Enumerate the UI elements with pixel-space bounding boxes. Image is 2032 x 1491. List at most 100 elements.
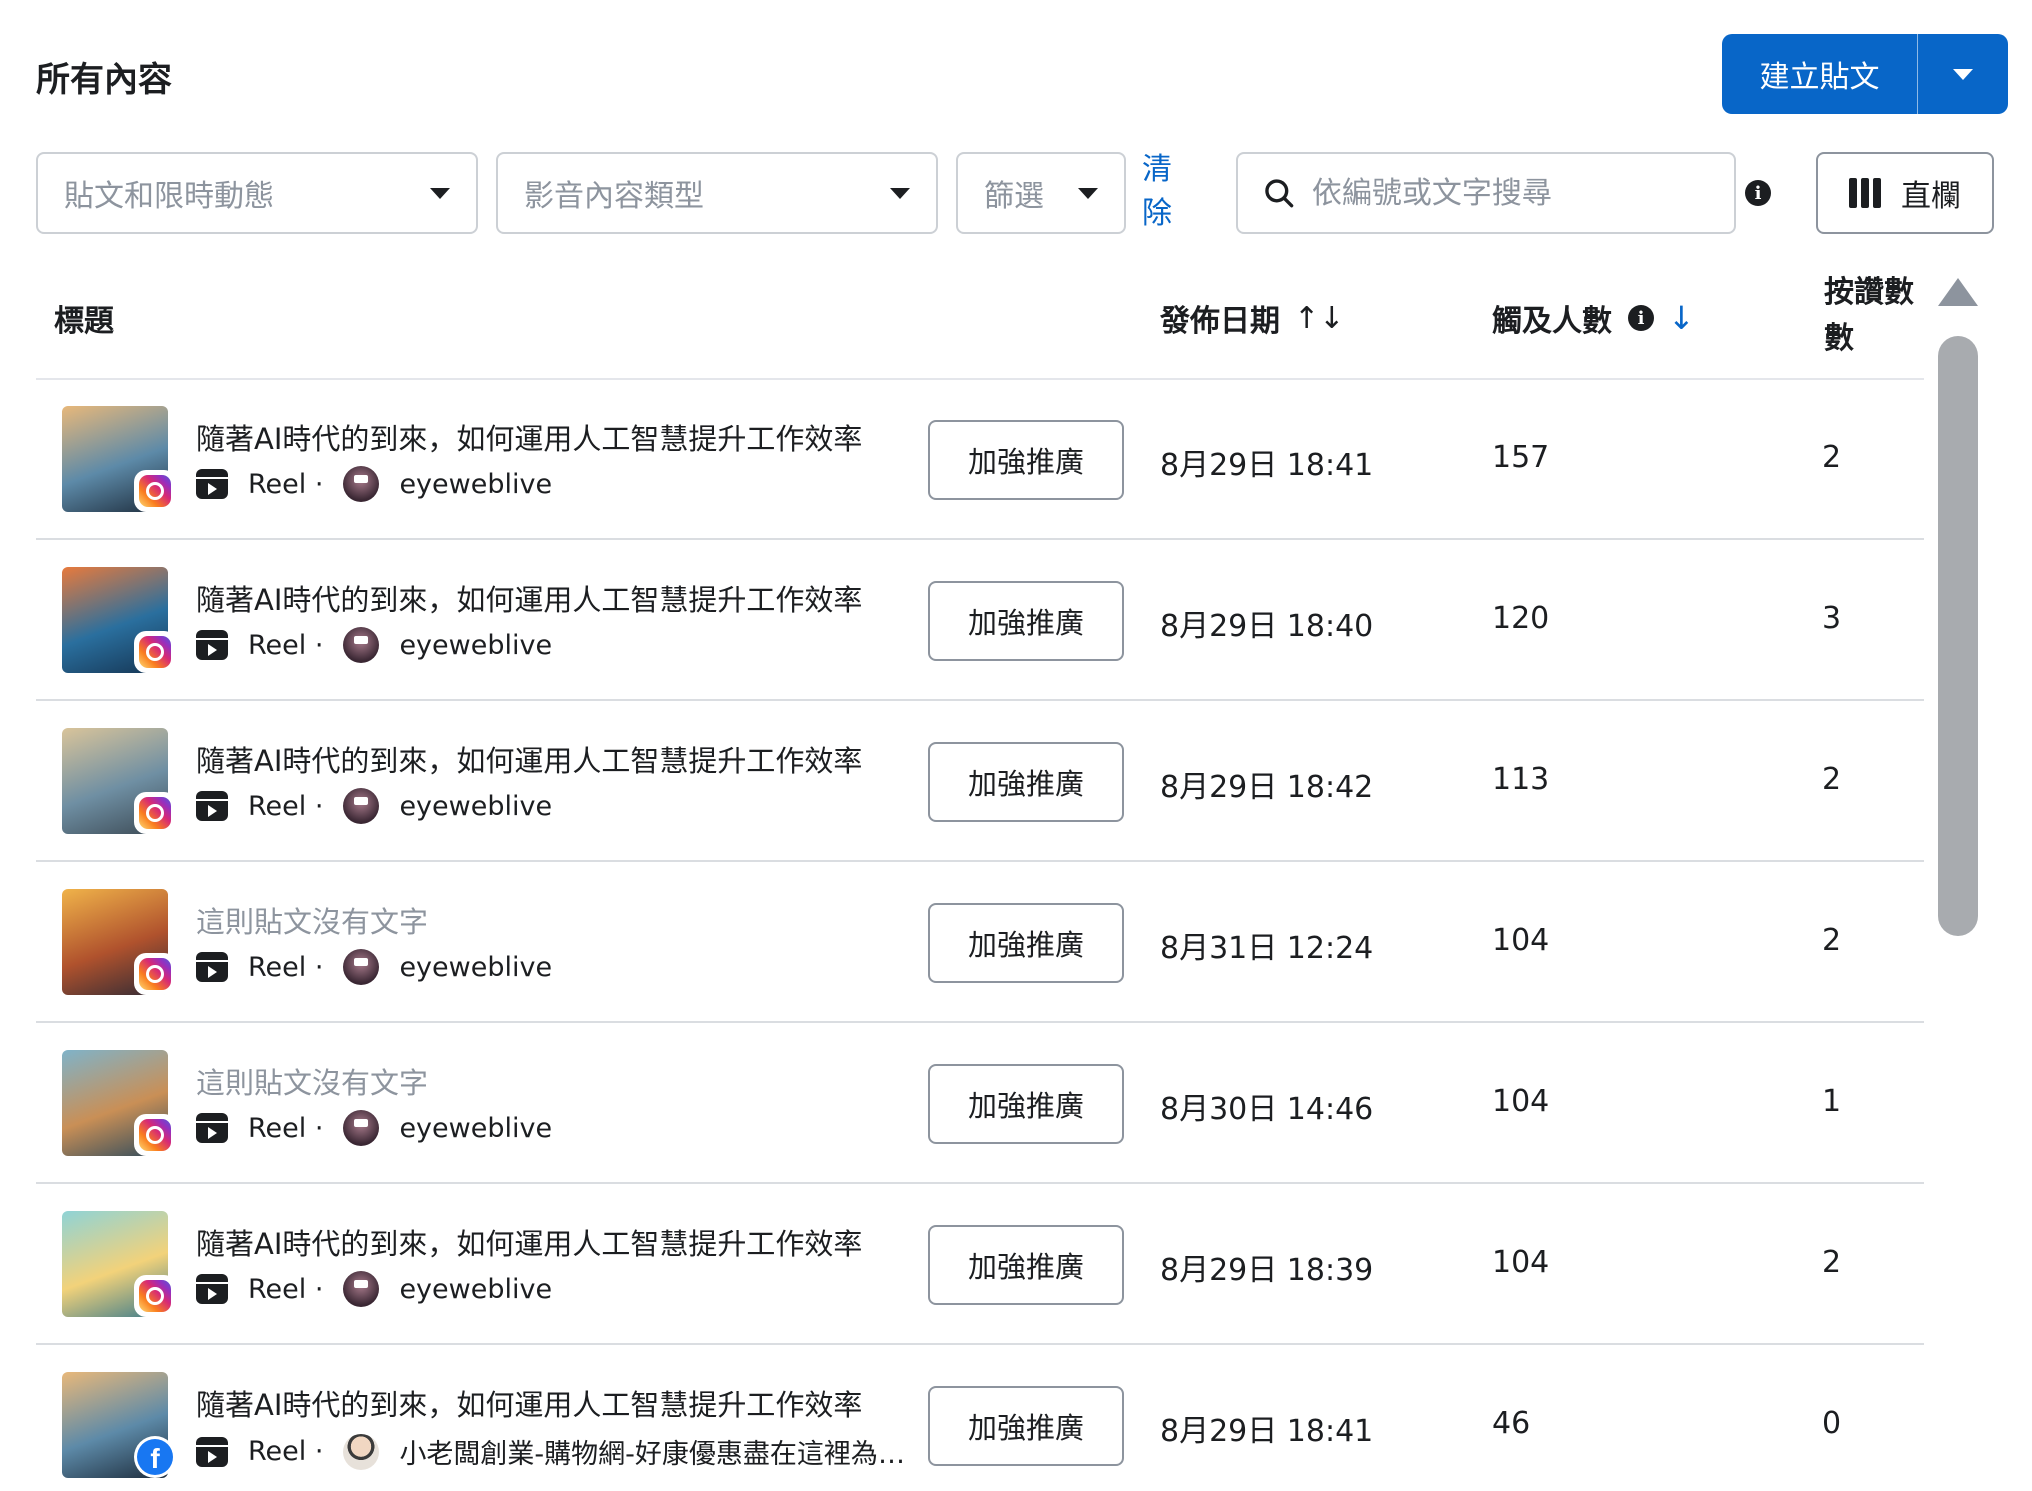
chevron-down-icon — [890, 187, 910, 199]
post-meta: Reel · eyeweblive — [196, 1110, 552, 1146]
post-title[interactable]: 隨著AI時代的到來，如何運用人工智慧提升工作效率 — [196, 416, 908, 458]
table-row[interactable]: f 隨著AI時代的到來，如何運用人工智慧提升工作效率 Reel · 小老闆創業-購物網… — [36, 1346, 1924, 1491]
publish-date: 8月30日 14:46 — [1160, 1092, 1374, 1127]
instagram-icon — [134, 631, 176, 673]
column-header-date-label: 發佈日期 — [1160, 304, 1280, 339]
boost-post-button[interactable]: 加強推廣 — [928, 742, 1124, 822]
column-header-reach-label: 觸及人數 — [1492, 304, 1612, 339]
sort-icon[interactable]: ↑↓ — [1294, 301, 1344, 336]
reel-icon — [196, 1113, 228, 1143]
post-type-dropdown[interactable]: 貼文和限時動態 — [36, 152, 478, 234]
column-header-title-label: 標題 — [54, 304, 114, 339]
columns-label: 直欄 — [1901, 179, 1961, 214]
media-type-label: 影音內容類型 — [524, 179, 704, 214]
likes-count: 0 — [1822, 1406, 1842, 1441]
post-title[interactable]: 這則貼文沒有文字 — [196, 899, 908, 941]
media-type-dropdown[interactable]: 影音內容類型 — [496, 152, 938, 234]
create-post-dropdown[interactable] — [1918, 34, 2008, 114]
account-name: eyeweblive — [399, 1273, 553, 1305]
filter-label: 篩選 — [984, 179, 1044, 214]
account-name: eyeweblive — [399, 468, 553, 500]
post-meta: Reel · 小老闆創業-購物網-好康優惠盡在這裡為你服務 — [196, 1432, 925, 1471]
post-meta: Reel · eyeweblive — [196, 627, 552, 663]
post-meta: Reel · eyeweblive — [196, 949, 552, 985]
boost-post-button[interactable]: 加強推廣 — [928, 1064, 1124, 1144]
likes-count: 3 — [1822, 601, 1842, 636]
reel-icon — [196, 630, 228, 660]
account-name: eyeweblive — [399, 1112, 553, 1144]
post-meta: Reel · eyeweblive — [196, 788, 552, 824]
search-input[interactable] — [1311, 175, 1710, 211]
table-row[interactable]: 隨著AI時代的到來，如何運用人工智慧提升工作效率 Reel · eyeweblive… — [36, 1185, 1924, 1345]
instagram-icon — [134, 1275, 176, 1317]
publish-date: 8月31日 12:24 — [1160, 931, 1374, 966]
post-title[interactable]: 隨著AI時代的到來，如何運用人工智慧提升工作效率 — [196, 577, 908, 619]
reel-icon — [196, 1274, 228, 1304]
reach-count: 157 — [1492, 440, 1550, 475]
account-name: eyeweblive — [399, 629, 553, 661]
post-meta: Reel · eyeweblive — [196, 1271, 552, 1307]
avatar — [343, 949, 380, 985]
reel-icon — [196, 1436, 228, 1467]
boost-post-button[interactable]: 加強推廣 — [928, 903, 1124, 983]
filter-dropdown[interactable]: 篩選 — [956, 152, 1126, 234]
account-name: eyeweblive — [399, 790, 553, 822]
table-row[interactable]: 隨著AI時代的到來，如何運用人工智慧提升工作效率 Reel · eyeweblive… — [36, 702, 1924, 862]
likes-count: 2 — [1822, 923, 1842, 958]
avatar — [343, 627, 380, 663]
column-header-likes-label: 按讚數 數 — [1824, 275, 1914, 356]
boost-post-button[interactable]: 加強推廣 — [928, 1225, 1124, 1305]
reach-count: 104 — [1492, 1245, 1550, 1280]
publish-date: 8月29日 18:41 — [1160, 448, 1374, 483]
table-row[interactable]: 這則貼文沒有文字 Reel · eyeweblive 加強推廣 8月30日 14:46 1… — [36, 1024, 1924, 1184]
create-post-group: 建立貼文 — [1722, 34, 2008, 114]
column-header-reach[interactable]: 觸及人數 i ↓ — [1492, 296, 1695, 340]
search-box — [1236, 152, 1736, 234]
reel-icon — [196, 952, 228, 982]
account-name: 小老闆創業-購物網-好康優惠盡在這裡為你服務 — [399, 1439, 926, 1470]
column-header-likes[interactable]: 按讚數 數 — [1824, 270, 1932, 362]
table-row[interactable]: 隨著AI時代的到來，如何運用人工智慧提升工作效率 Reel · eyeweblive… — [36, 380, 1924, 540]
column-header-title: 標題 — [54, 296, 114, 340]
table-row[interactable]: 隨著AI時代的到來，如何運用人工智慧提升工作效率 Reel · eyeweblive… — [36, 541, 1924, 701]
post-title[interactable]: 這則貼文沒有文字 — [196, 1060, 908, 1102]
likes-count: 2 — [1822, 440, 1842, 475]
sort-down-icon[interactable]: ↓ — [1668, 299, 1695, 337]
boost-post-button[interactable]: 加強推廣 — [928, 1386, 1124, 1466]
avatar — [343, 788, 380, 824]
reach-count: 104 — [1492, 923, 1550, 958]
column-header-date[interactable]: 發佈日期 ↑↓ — [1160, 296, 1344, 340]
scroll-up-arrow[interactable] — [1938, 278, 1978, 306]
post-title[interactable]: 隨著AI時代的到來，如何運用人工智慧提升工作效率 — [196, 738, 908, 780]
post-title[interactable]: 隨著AI時代的到來，如何運用人工智慧提升工作效率 — [196, 1221, 908, 1263]
reach-count: 46 — [1492, 1406, 1531, 1441]
clear-filters-link[interactable]: 清除 — [1142, 148, 1182, 236]
boost-post-button[interactable]: 加強推廣 — [928, 581, 1124, 661]
post-title[interactable]: 隨著AI時代的到來，如何運用人工智慧提升工作效率 — [196, 1382, 908, 1424]
reel-label: Reel · — [248, 790, 324, 822]
reel-icon — [196, 791, 228, 821]
reach-count: 104 — [1492, 1084, 1550, 1119]
reel-label: Reel · — [248, 1112, 324, 1144]
instagram-icon — [134, 470, 176, 512]
publish-date: 8月29日 18:39 — [1160, 1253, 1374, 1288]
columns-button[interactable]: 直欄 — [1816, 152, 1994, 234]
instagram-icon — [134, 792, 176, 834]
info-icon[interactable]: i — [1745, 180, 1771, 206]
page-title: 所有內容 — [36, 60, 172, 100]
table-row[interactable]: 這則貼文沒有文字 Reel · eyeweblive 加強推廣 8月31日 12:24 1… — [36, 863, 1924, 1023]
boost-post-button[interactable]: 加強推廣 — [928, 420, 1124, 500]
create-post-button[interactable]: 建立貼文 — [1722, 34, 1917, 114]
info-icon[interactable]: i — [1628, 305, 1654, 331]
post-meta: Reel · eyeweblive — [196, 466, 552, 502]
reel-label: Reel · — [248, 951, 324, 983]
publish-date: 8月29日 18:41 — [1160, 1414, 1374, 1449]
likes-count: 1 — [1822, 1084, 1842, 1119]
reel-label: Reel · — [248, 1273, 324, 1305]
likes-count: 2 — [1822, 762, 1842, 797]
chevron-down-icon — [430, 187, 450, 199]
scrollbar-thumb[interactable] — [1938, 336, 1978, 936]
avatar — [343, 1271, 380, 1307]
instagram-icon — [134, 953, 176, 995]
search-icon — [1265, 179, 1294, 208]
